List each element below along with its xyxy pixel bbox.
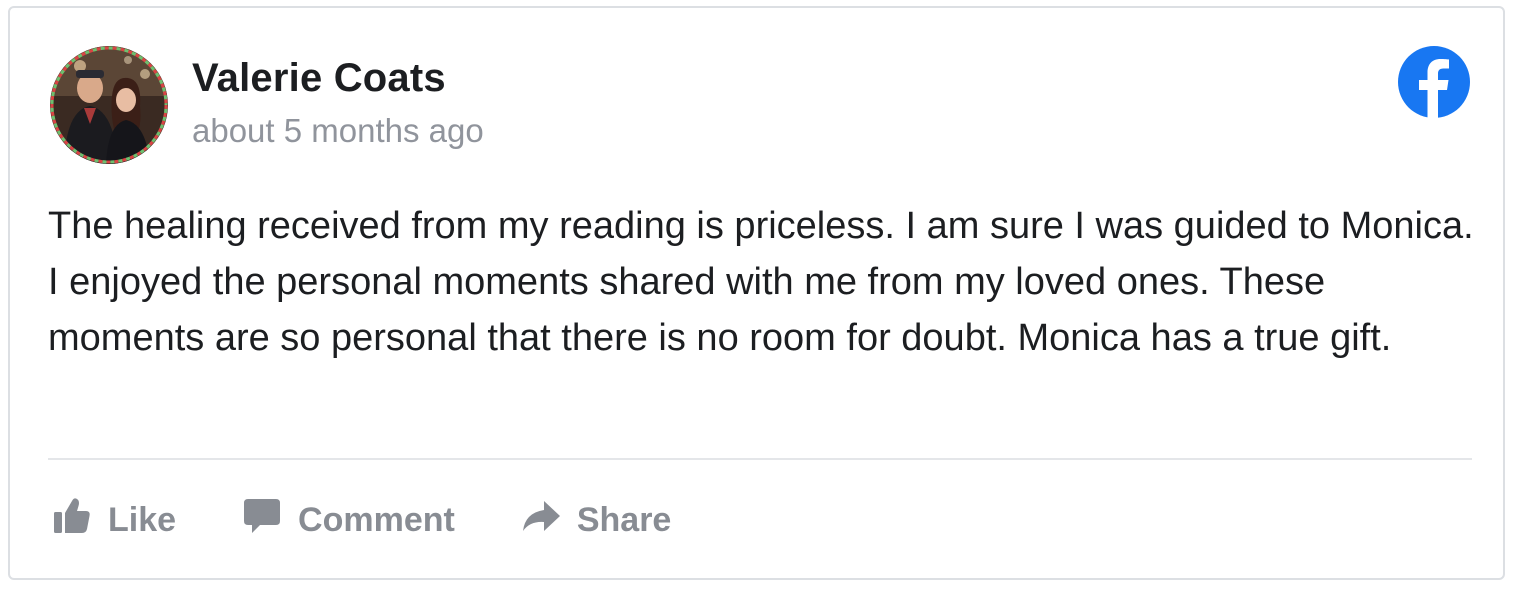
share-arrow-icon bbox=[521, 499, 561, 542]
thumbs-up-icon bbox=[52, 497, 92, 544]
author-avatar[interactable] bbox=[50, 46, 168, 164]
facebook-logo-icon[interactable] bbox=[1398, 46, 1470, 118]
divider bbox=[48, 458, 1472, 460]
like-label: Like bbox=[108, 500, 177, 539]
post-text: The healing received from my reading is … bbox=[48, 205, 1474, 359]
share-button[interactable]: Share bbox=[521, 499, 672, 542]
author-name[interactable]: Valerie Coats bbox=[192, 56, 446, 101]
post-timestamp[interactable]: about 5 months ago bbox=[192, 112, 484, 150]
action-bar: Like Comment Share bbox=[52, 496, 671, 544]
share-label: Share bbox=[576, 500, 672, 539]
review-card: Valerie Coats about 5 months ago The hea… bbox=[8, 6, 1505, 580]
comment-label: Comment bbox=[298, 500, 455, 539]
like-button[interactable]: Like bbox=[52, 497, 176, 544]
profile-photo-icon bbox=[50, 46, 168, 164]
comment-button[interactable]: Comment bbox=[242, 497, 455, 544]
speech-bubble-icon bbox=[242, 497, 282, 544]
